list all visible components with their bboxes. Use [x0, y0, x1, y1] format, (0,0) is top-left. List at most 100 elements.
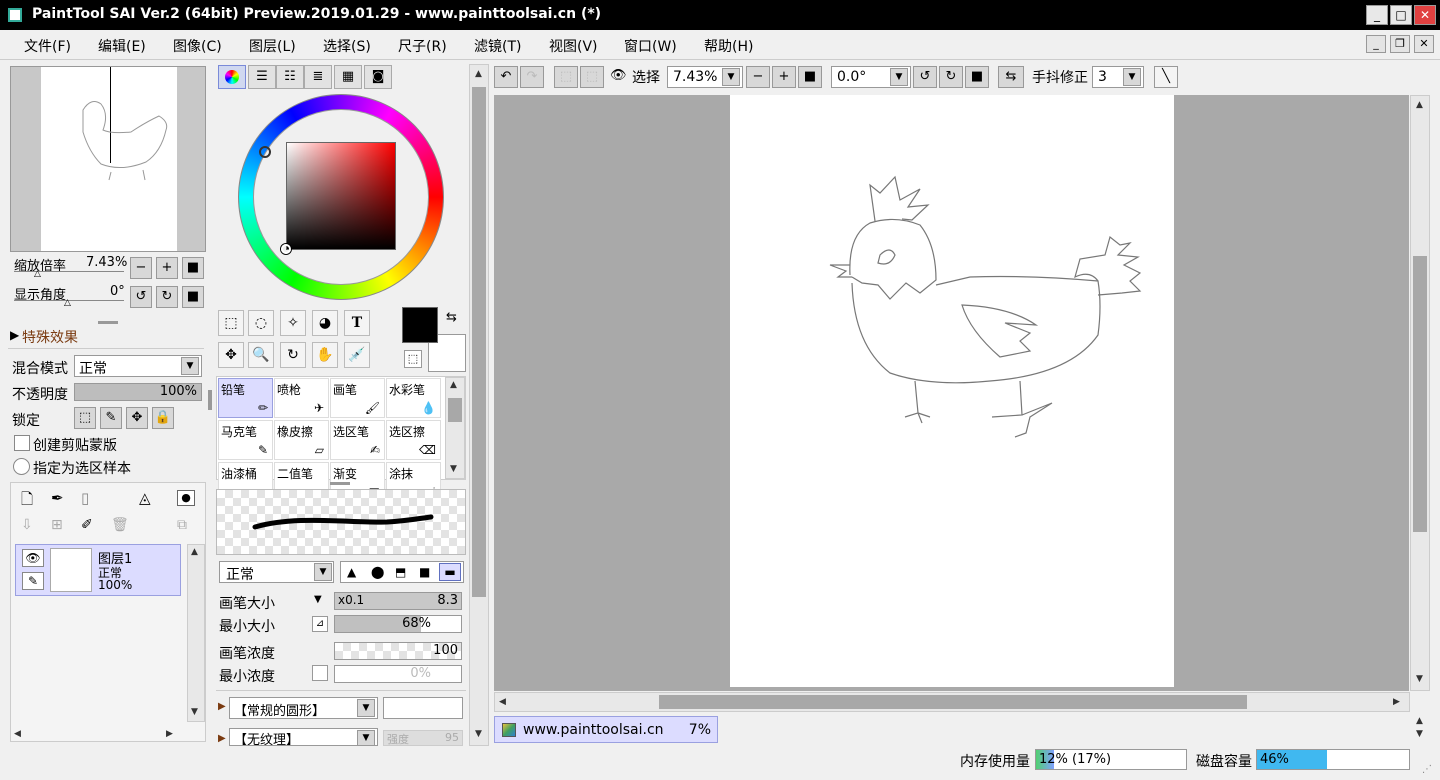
brush-splitter[interactable]: [330, 482, 350, 485]
lock-paint-button[interactable]: ✎: [100, 407, 122, 429]
scroll-up-icon[interactable]: ▲: [1416, 716, 1423, 726]
texture-expand-icon[interactable]: ▶: [218, 733, 226, 744]
mdi-restore-button[interactable]: ❐: [1390, 35, 1410, 53]
brush-scrollbar[interactable]: ▲ ▼: [445, 377, 465, 479]
scroll-left-icon[interactable]: ◀: [499, 697, 506, 707]
menu-view[interactable]: 视图(V): [549, 36, 598, 56]
pressure-density-checkbox[interactable]: [312, 665, 328, 681]
brush-shape-select[interactable]: 【常规的圆形】 ▼: [229, 697, 378, 719]
left-panel-splitter[interactable]: [208, 390, 212, 410]
scroll-down-icon[interactable]: ▼: [450, 464, 457, 474]
new-folder-icon[interactable]: ▯: [81, 489, 89, 507]
swatches-tab[interactable]: ▦: [334, 65, 362, 89]
effects-title[interactable]: 特殊效果: [22, 327, 78, 347]
density-slider[interactable]: 100: [334, 642, 462, 660]
selection-sample-checkbox[interactable]: [13, 458, 30, 475]
blend-mode-select[interactable]: 正常 ▼: [74, 355, 202, 377]
menu-help[interactable]: 帮助(H): [704, 36, 753, 56]
scroll-up-icon[interactable]: ▲: [191, 547, 198, 557]
lock-move-button[interactable]: ✥: [126, 407, 148, 429]
move-icon[interactable]: ✥: [218, 342, 244, 368]
tip-shape-round-icon[interactable]: ⬤: [371, 565, 384, 579]
layer-scrollbar[interactable]: ▲ ▼: [187, 544, 205, 722]
panel-splitter[interactable]: [98, 321, 118, 324]
chevron-down-icon[interactable]: ▼: [314, 594, 322, 605]
sv-cursor[interactable]: [281, 244, 291, 254]
straight-line-icon[interactable]: ╲: [1154, 66, 1178, 88]
tip-shape-flat-icon[interactable]: ⬒: [395, 565, 406, 579]
canvas-rotate-left-button[interactable]: ↺: [913, 66, 937, 88]
pressure-size-icon[interactable]: ⊿: [312, 616, 328, 632]
layer-transform-icon[interactable]: ⧉: [177, 517, 187, 533]
scroll-up-icon[interactable]: ▲: [1416, 100, 1423, 110]
scroll-down-icon[interactable]: ▼: [1416, 674, 1423, 684]
effects-expand-icon[interactable]: ▶: [10, 328, 19, 342]
mask-icon[interactable]: ●: [177, 490, 195, 506]
zoom-slider[interactable]: [14, 271, 124, 272]
brush-marker[interactable]: 马克笔 ✎: [218, 420, 273, 460]
scroll-down-icon[interactable]: ▼: [191, 707, 198, 717]
swap-colors-icon[interactable]: ⇆: [446, 310, 457, 325]
menu-filter[interactable]: 滤镜(T): [474, 36, 521, 56]
menu-ruler[interactable]: 尺子(R): [398, 36, 447, 56]
scroll-right-icon[interactable]: ▶: [166, 729, 173, 739]
rotate-icon[interactable]: ↻: [280, 342, 306, 368]
zoom-icon[interactable]: 🔍: [248, 342, 274, 368]
stabilizer-select[interactable]: 3 ▼: [1092, 66, 1144, 88]
lasso-icon[interactable]: ◌: [248, 310, 274, 336]
trash-icon[interactable]: 🗑: [111, 517, 129, 533]
rotate-right-button[interactable]: ↻: [156, 286, 178, 308]
eye-icon[interactable]: 👁: [610, 68, 627, 83]
merge-down-icon[interactable]: ⇩: [21, 517, 33, 533]
menu-layer[interactable]: 图层(L): [249, 36, 296, 56]
lock-all-button[interactable]: 🔒: [152, 407, 174, 429]
close-button[interactable]: ✕: [1414, 5, 1436, 25]
minimize-button[interactable]: _: [1366, 5, 1388, 25]
scratchpad-tab[interactable]: ◙: [364, 65, 392, 89]
new-layer-icon[interactable]: 🗋: [21, 489, 33, 514]
scroll-down-icon[interactable]: ▼: [1416, 729, 1423, 739]
canvas-horizontal-scroll-thumb[interactable]: [659, 695, 1247, 709]
hsv-slider-tab[interactable]: ☷: [276, 65, 304, 89]
canvas-horizontal-scrollbar[interactable]: ◀ ▶: [494, 692, 1410, 712]
foreground-color-swatch[interactable]: [402, 307, 438, 343]
tool-panel-scroll-thumb[interactable]: [472, 87, 486, 597]
canvas-rotate-right-button[interactable]: ↻: [939, 66, 963, 88]
brush-size-slider[interactable]: x0.1 8.3: [334, 592, 462, 610]
brush-airbrush[interactable]: 喷枪 ✈: [274, 378, 329, 418]
mdi-minimize-button[interactable]: _: [1366, 35, 1386, 53]
canvas-vertical-scrollbar[interactable]: ▲ ▼: [1410, 95, 1430, 691]
scroll-up-icon[interactable]: ▲: [450, 380, 457, 390]
scroll-left-icon[interactable]: ◀: [14, 729, 21, 739]
canvas-zoom-in-button[interactable]: +: [772, 66, 796, 88]
shape-icon[interactable]: ◕: [312, 310, 338, 336]
mdi-close-button[interactable]: ✕: [1414, 35, 1434, 53]
canvas-zoom-reset-button[interactable]: ■: [798, 66, 822, 88]
hand-icon[interactable]: ✋: [312, 342, 338, 368]
layer-row[interactable]: 👁 ✎ 图层1 正常 100%: [15, 544, 181, 596]
texture-strength-slider[interactable]: 强度 95: [383, 730, 463, 746]
rect-select-icon[interactable]: ⬚: [218, 310, 244, 336]
saturation-value-square[interactable]: [281, 142, 396, 254]
mixer-tab[interactable]: ≣: [304, 65, 332, 89]
brush-texture-select[interactable]: 【无纹理】 ▼: [229, 728, 378, 746]
lock-transparency-button[interactable]: ⬚: [74, 407, 96, 429]
resize-grip-icon[interactable]: ⋰: [1422, 764, 1432, 775]
rgb-slider-tab[interactable]: ☰: [248, 65, 276, 89]
canvas-rotate-reset-button[interactable]: ■: [965, 66, 989, 88]
transparent-color-icon[interactable]: ⬚: [404, 350, 422, 368]
text-tool-icon[interactable]: T: [344, 310, 370, 336]
zoom-reset-button[interactable]: ■: [182, 257, 204, 279]
brush-mode-select[interactable]: 正常 ▼: [219, 561, 334, 583]
brush-scroll-thumb[interactable]: [448, 398, 462, 422]
tool-panel-scrollbar[interactable]: ▲ ▼: [469, 64, 489, 746]
rotate-reset-button[interactable]: ■: [182, 286, 204, 308]
menu-edit[interactable]: 编辑(E): [98, 36, 146, 56]
tip-shape-block-icon[interactable]: ▬: [439, 563, 461, 581]
brush-shape-strength[interactable]: [383, 697, 463, 719]
angle-slider-handle[interactable]: △: [64, 298, 71, 308]
eye-icon[interactable]: 👁: [22, 549, 44, 567]
canvas-zoom-select[interactable]: 7.43% ▼: [667, 66, 743, 88]
navigator-preview[interactable]: [10, 66, 206, 252]
clear-layer-icon[interactable]: ✐: [81, 517, 93, 533]
